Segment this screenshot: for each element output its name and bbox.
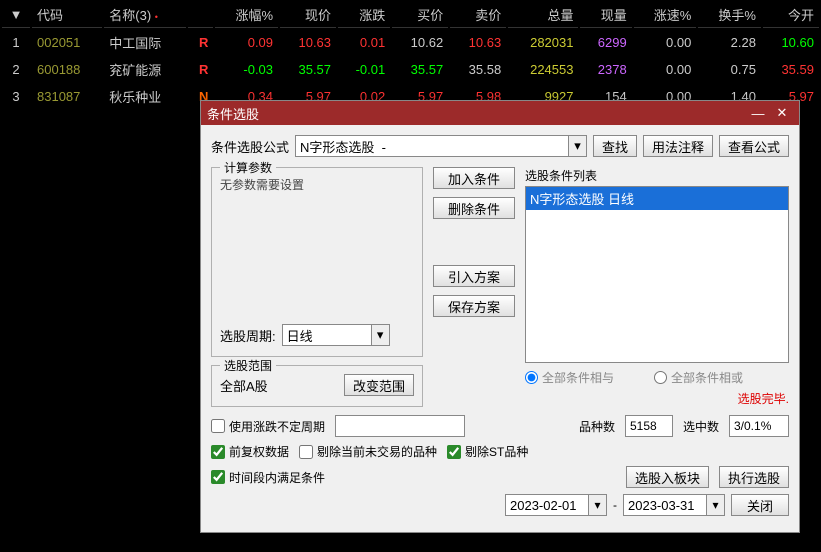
kinds-count-value: [625, 415, 673, 437]
sort-indicator-icon: •: [155, 12, 158, 22]
calc-params-fieldset: 计算参数 无参数需要设置 选股周期: ▾: [211, 167, 423, 357]
selected-count-label: 选中数: [683, 418, 719, 435]
col-pct[interactable]: 涨幅%: [215, 2, 278, 28]
date-to-combo[interactable]: ▾: [623, 494, 725, 516]
time-range-checkbox[interactable]: 时间段内满足条件: [211, 469, 325, 486]
uncertain-period-input[interactable]: [335, 415, 465, 437]
condition-listbox[interactable]: N字形态选股 日线: [525, 186, 789, 363]
col-open[interactable]: 今开: [763, 2, 819, 28]
date-from-input[interactable]: [505, 494, 589, 516]
stock-table: ▼ 代码 名称(3) • 涨幅% 现价 涨跌 买价 卖价 总量 现量 涨速% 换…: [0, 0, 821, 111]
usage-button[interactable]: 用法注释: [643, 135, 713, 157]
kinds-count-label: 品种数: [579, 418, 615, 435]
col-price[interactable]: 现价: [280, 2, 336, 28]
period-combo[interactable]: ▾: [282, 324, 390, 346]
selected-count-value: [729, 415, 789, 437]
list-item[interactable]: N字形态选股 日线: [526, 187, 788, 210]
table-row[interactable]: 1002051中工国际R0.0910.630.0110.6210.6328203…: [2, 30, 819, 55]
to-block-button[interactable]: 选股入板块: [626, 466, 709, 488]
date-separator: -: [613, 498, 617, 512]
add-condition-button[interactable]: 加入条件: [433, 167, 515, 189]
date-from-combo[interactable]: ▾: [505, 494, 607, 516]
uncertain-period-checkbox[interactable]: 使用涨跌不定周期: [211, 418, 325, 435]
formula-input[interactable]: [295, 135, 569, 157]
col-flag[interactable]: [188, 2, 214, 28]
table-row[interactable]: 2600188兖矿能源R-0.0335.57-0.0135.5735.58224…: [2, 57, 819, 82]
formula-combo[interactable]: ▾: [295, 135, 587, 157]
radio-or[interactable]: 全部条件相或: [654, 369, 743, 386]
table-header-row: ▼ 代码 名称(3) • 涨幅% 现价 涨跌 买价 卖价 总量 现量 涨速% 换…: [2, 2, 819, 28]
dialog-title: 条件选股: [207, 104, 745, 123]
period-input[interactable]: [282, 324, 372, 346]
fq-checkbox[interactable]: 前复权数据: [211, 443, 289, 460]
date-to-input[interactable]: [623, 494, 707, 516]
col-ask[interactable]: 卖价: [450, 2, 506, 28]
close-icon[interactable]: ✕: [771, 104, 793, 122]
scope-text: 全部A股: [220, 376, 268, 395]
scope-legend: 选股范围: [220, 357, 276, 374]
minimize-icon[interactable]: ―: [747, 104, 769, 122]
formula-label: 条件选股公式: [211, 137, 289, 156]
view-formula-button[interactable]: 查看公式: [719, 135, 789, 157]
radio-and[interactable]: 全部条件相与: [525, 369, 614, 386]
find-button[interactable]: 查找: [593, 135, 637, 157]
chevron-down-icon[interactable]: ▾: [707, 494, 725, 516]
col-bid[interactable]: 买价: [392, 2, 448, 28]
close-button[interactable]: 关闭: [731, 494, 789, 516]
exclude-nontrade-checkbox[interactable]: 剔除当前未交易的品种: [299, 443, 437, 460]
dialog-titlebar[interactable]: 条件选股 ― ✕: [201, 101, 799, 125]
col-code[interactable]: 代码: [32, 2, 102, 28]
import-plan-button[interactable]: 引入方案: [433, 265, 515, 287]
chevron-down-icon[interactable]: ▾: [589, 494, 607, 516]
col-chg[interactable]: 涨跌: [338, 2, 390, 28]
col-turn[interactable]: 换手%: [698, 2, 761, 28]
status-hint: 选股完毕.: [525, 390, 789, 407]
calc-params-body: 无参数需要设置: [220, 176, 414, 316]
change-scope-button[interactable]: 改变范围: [344, 374, 414, 396]
col-idx[interactable]: ▼: [2, 2, 30, 28]
col-speed[interactable]: 涨速%: [634, 2, 697, 28]
calc-params-legend: 计算参数: [220, 159, 276, 176]
chevron-down-icon[interactable]: ▾: [372, 324, 390, 346]
save-plan-button[interactable]: 保存方案: [433, 295, 515, 317]
condition-list-label: 选股条件列表: [525, 167, 789, 184]
scope-fieldset: 选股范围 全部A股 改变范围: [211, 365, 423, 407]
chevron-down-icon[interactable]: ▾: [569, 135, 587, 157]
period-label: 选股周期:: [220, 326, 276, 345]
col-vol[interactable]: 总量: [508, 2, 578, 28]
exclude-st-checkbox[interactable]: 剔除ST品种: [447, 443, 528, 460]
condition-stock-dialog: 条件选股 ― ✕ 条件选股公式 ▾ 查找 用法注释 查看公式 计算参数 无参数需…: [200, 100, 800, 533]
col-cur[interactable]: 现量: [580, 2, 631, 28]
col-name[interactable]: 名称(3) •: [104, 2, 186, 28]
delete-condition-button[interactable]: 删除条件: [433, 197, 515, 219]
execute-button[interactable]: 执行选股: [719, 466, 789, 488]
